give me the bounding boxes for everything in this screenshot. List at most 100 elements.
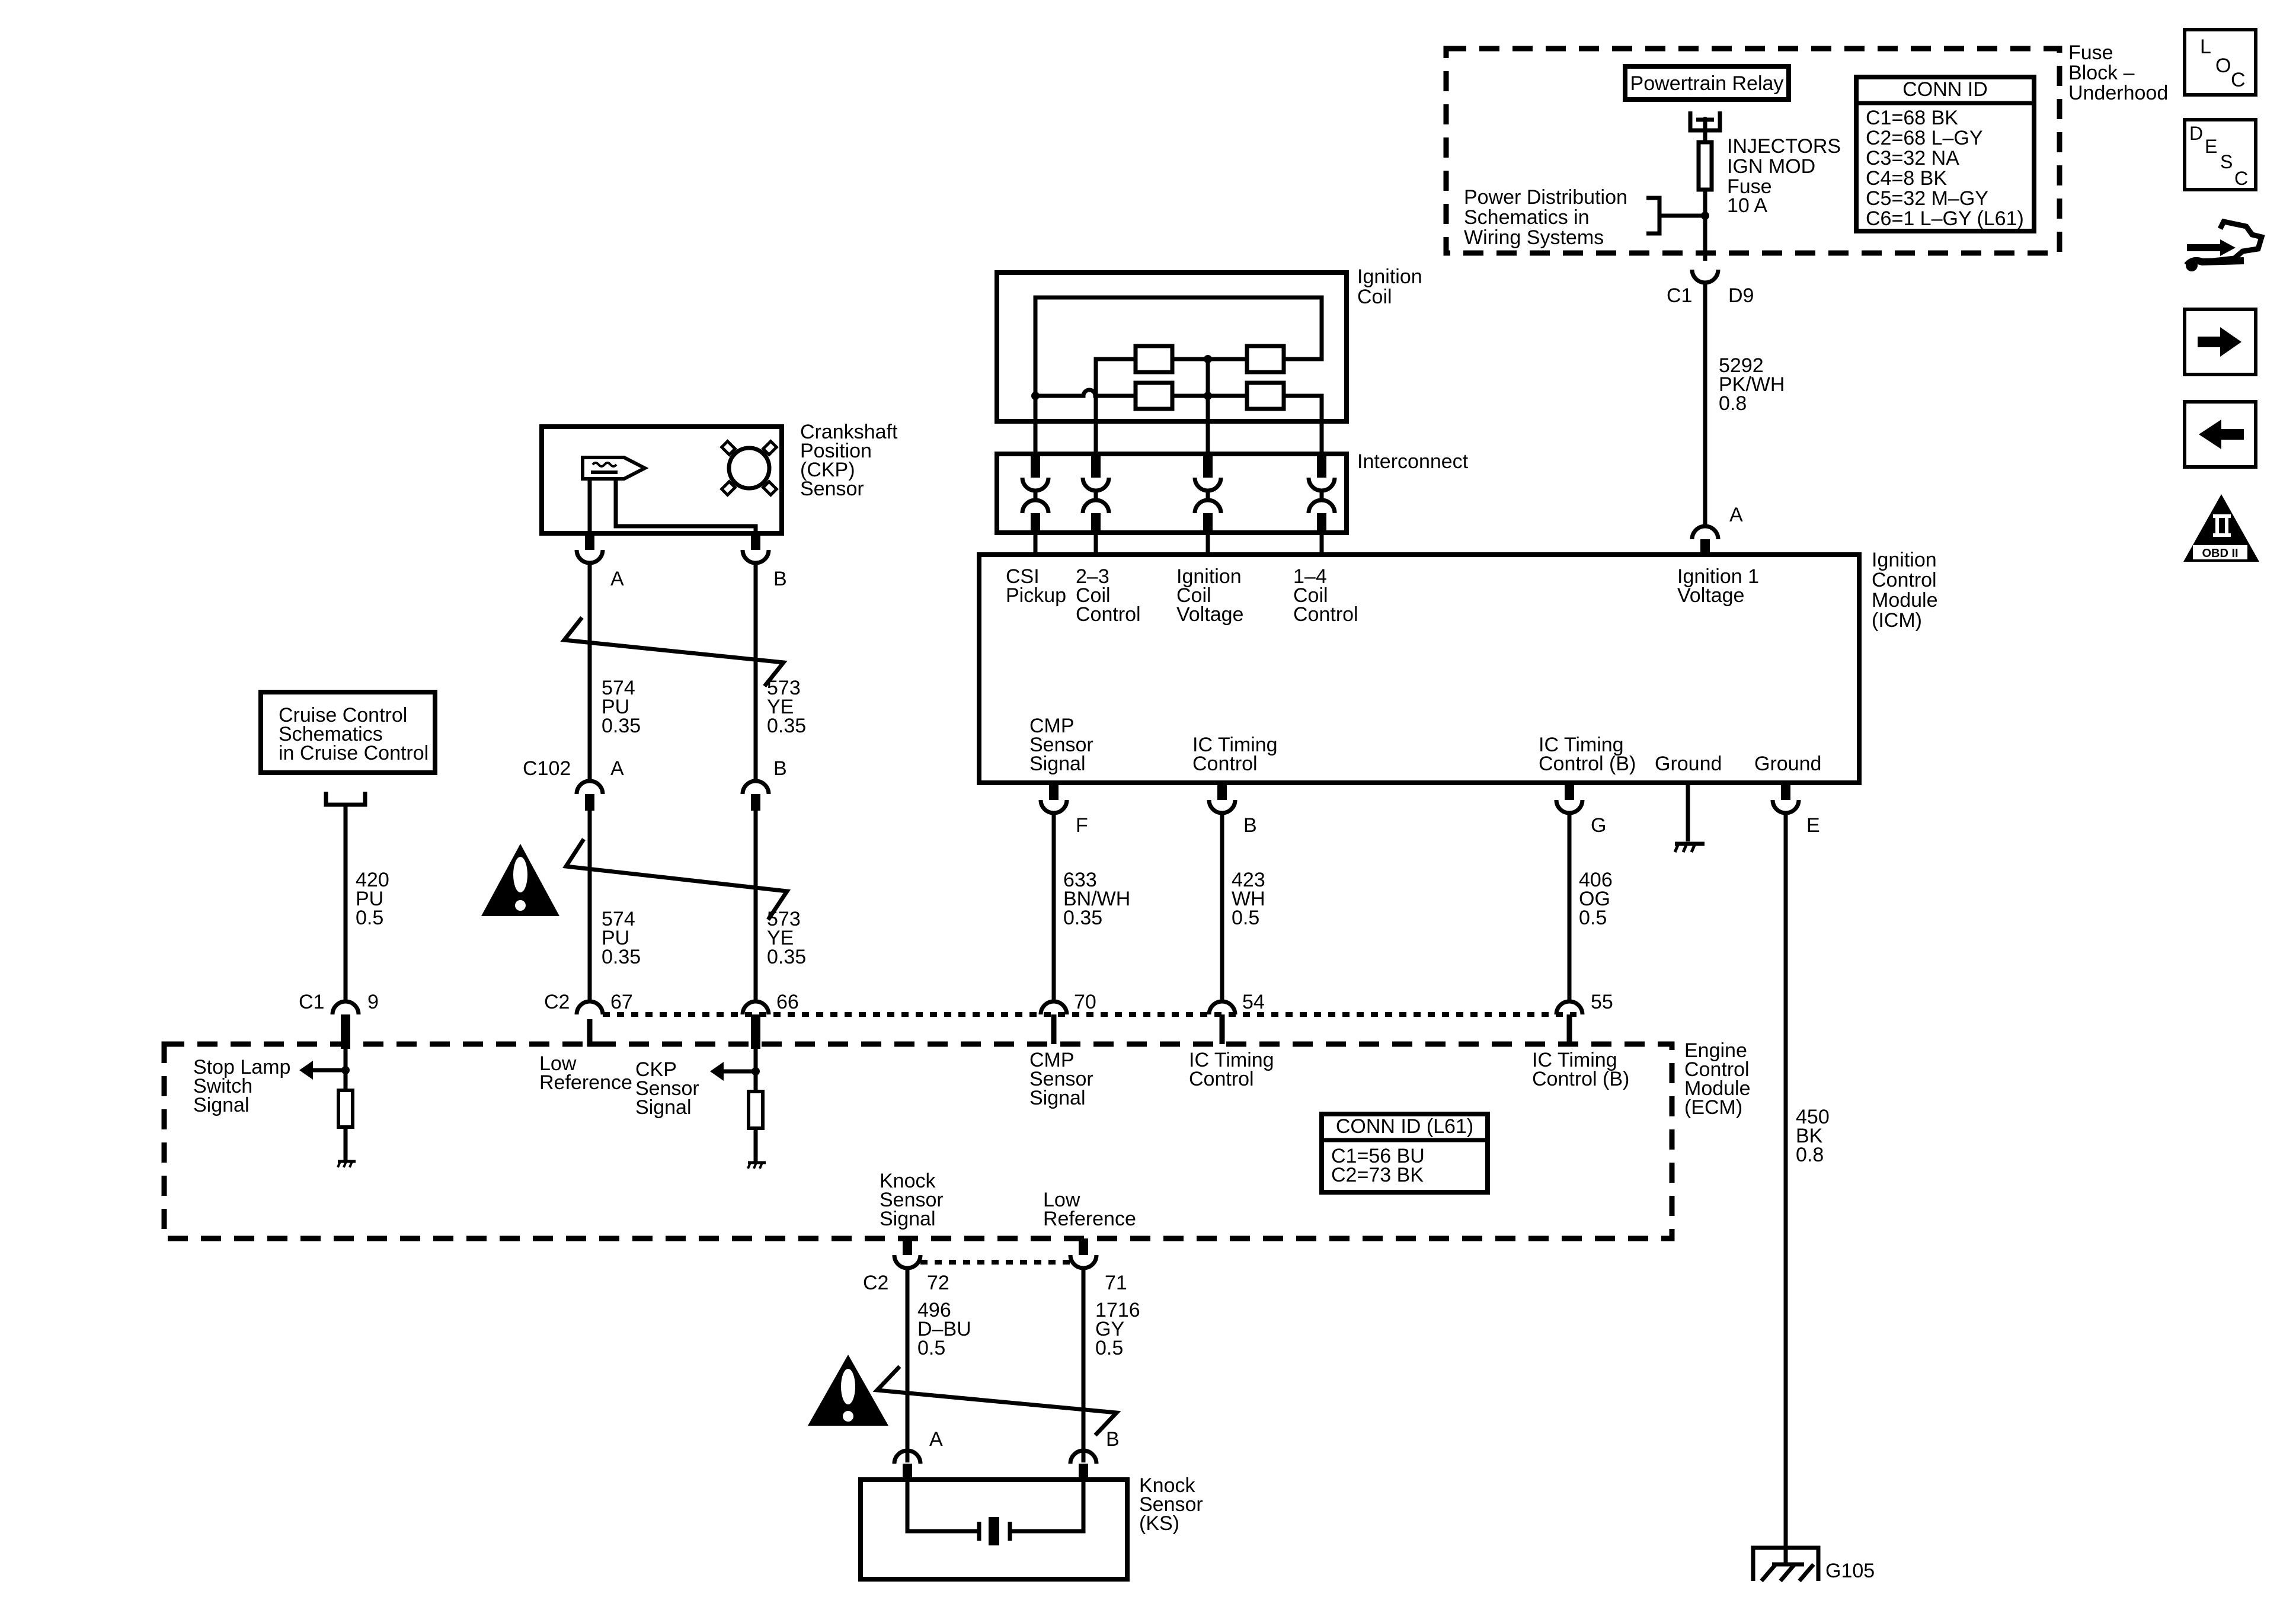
knock-sensor-label: Knock Sensor (KS) [1139,1474,1208,1535]
ckp-sensor: Crankshaft Position (CKP) Sensor [539,421,903,536]
ks-pin-a-label: A [929,1428,943,1451]
ecm-stop-lamp-signal-label: Stop Lamp Switch Signal [193,1056,296,1116]
svg-text:O: O [2215,55,2231,77]
wire-450-label: 450 BK 0.8 [1796,1106,1835,1166]
fuse-conn-id-title: CONN ID [1902,78,1988,101]
ecm-pin-66-label: 66 [776,991,799,1013]
coil-winding-icon [1245,344,1286,375]
c102-terminal-a [574,779,605,795]
icm-pin-ground-1: Ground [1655,753,1722,775]
connector-c102-label: C102 [523,757,571,780]
ckp-pin-a-label: A [610,568,624,590]
icm-terminal [1038,799,1069,815]
description-button[interactable]: D E S C [2183,118,2257,191]
ks-pin-b-label: B [1106,1428,1120,1451]
knock-c2-label: C2 [863,1272,888,1294]
ecm-knock-low-reference-label: Low Reference [1043,1189,1136,1230]
wire-icm-ecm-label: 406 OG 0.5 [1579,869,1613,929]
svg-text:L: L [2200,36,2211,58]
ckp-sensor-label: Crankshaft Position (CKP) Sensor [800,421,903,500]
wire-icm-ecm-label: 423 WH 0.5 [1232,869,1265,929]
icm-label: Ignition Control Module (ICM) [1872,549,1943,632]
icm-pin-g-label: G [1591,814,1606,837]
wire-574-lower-label: 574 PU 0.35 [602,908,641,968]
svg-text:E: E [2205,136,2217,157]
ground-g105-label: G105 [1825,1560,1875,1582]
ecm-pin-70-label: 70 [1074,991,1096,1013]
connector-c1-label: C1 [1667,284,1692,307]
ignition-coil-label: Ignition Coil [1357,265,1428,308]
coil-winding-icon [1133,380,1175,411]
icm-terminal-e [1770,799,1801,815]
icm-terminal [1207,799,1237,815]
ckp-sensor-box [539,424,784,536]
next-page-button[interactable] [2183,308,2257,376]
c102-pin-b-label: B [773,757,787,780]
c102-pin-a-label: A [610,757,624,780]
ckp-pin-b-label: B [773,568,787,590]
chassis-ground-icon [337,1160,356,1168]
twisted-pair-icon [872,1365,1121,1437]
icm-pin-ground-2: Ground [1754,753,1821,775]
icm-pin-f-label: F [1076,814,1088,837]
fuse-block-underhood: Fuse Block – Underhood Powertrain Relay … [1443,41,2168,307]
wire-5292-label: 5292 PK/WH 0.8 [1719,354,1790,415]
ecm-label: Engine Control Module (ECM) [1684,1039,1756,1119]
svg-text:C: C [2231,69,2246,91]
power-dist-bracket [1646,196,1705,236]
chassis-ground-icon [1673,841,1705,853]
ecm-c1-label: C1 [299,991,324,1013]
interconnect: Interconnect [994,450,1469,555]
obd-ii-label: OBD II [2202,547,2238,560]
ecm-knock-sensor-signal-label: Knock Sensor Signal [880,1170,949,1230]
ecm-ckp-sensor-signal-label: CKP Sensor Signal [635,1058,705,1119]
pin-d9-label: D9 [1728,284,1754,307]
chassis-ground-icon [747,1161,766,1169]
obd-ii-button[interactable]: OBD II [2183,494,2259,562]
ecm-pin-54-label: 54 [1242,991,1265,1013]
resistor-icon [747,1090,765,1130]
location-button[interactable]: L O C [2183,28,2257,97]
ecm-terminal-71 [1068,1254,1099,1270]
warning-icon [481,844,559,916]
wire-573-lower-label: 573 YE 0.35 [767,908,806,968]
fuse-label: INJECTORS IGN MOD Fuse 10 A [1727,135,1847,217]
ecm-cmp-sensor-signal-label: CMP Sensor Signal [1029,1049,1099,1109]
twisted-pair-icon [560,616,788,688]
icm-pin-e-label: E [1806,814,1820,837]
power-dist-label[interactable]: Power Distribution Schematics in Wiring … [1464,186,1633,249]
ecm-low-reference-label: Low Reference [539,1052,632,1094]
previous-page-button[interactable] [2183,400,2257,469]
piezo-element-icon [989,1517,999,1545]
svg-text:D: D [2189,123,2203,144]
component-tool-icon[interactable] [2184,218,2265,271]
c102-terminal-b [740,779,771,795]
ecm-conn-id-title: CONN ID (L61) [1336,1115,1473,1138]
ckp-terminal-b [740,549,771,565]
powertrain-relay-label: Powertrain Relay [1630,72,1784,95]
ecm-terminal-72 [892,1254,923,1270]
wire-420-label: 420 PU 0.5 [356,869,395,929]
signal-arrow-icon [710,1062,724,1081]
wire-496-label: 496 D–BU 0.5 [917,1299,977,1359]
svg-text:C: C [2234,168,2248,189]
interconnect-label: Interconnect [1357,450,1469,473]
wire-icm-ecm-label: 633 BN/WH 0.35 [1063,869,1130,929]
fuse-block-label: Fuse Block – Underhood [2068,41,2168,104]
icm-terminal-a [1690,524,1721,540]
coil-winding-icon [1133,344,1175,375]
ignition-coil: Ignition Coil [994,265,1428,454]
ecm-conn-id-rows: C1=56 BU C2=73 BK [1331,1145,1430,1186]
ecm-ic-timing-control-b-label: IC Timing Control (B) [1532,1049,1629,1090]
fuse-icon [1696,140,1714,192]
wiring-schematic: Fuse Block – Underhood Powertrain Relay … [161,28,2265,1583]
icm-pin-b-label: B [1243,814,1257,837]
icm-pin-ic-timing-control-b: IC Timing Control (B) [1539,734,1636,775]
ecm-c2-label: C2 [544,991,570,1013]
ecm-pin-55-label: 55 [1591,991,1613,1013]
engine-control-module: Engine Control Module (ECM) C1 9 C2 67 6… [161,991,1756,1241]
ecm-pin-9-label: 9 [367,991,379,1013]
knock-pin-71-label: 71 [1105,1272,1127,1294]
wire-573-upper-label: 573 YE 0.35 [767,677,806,737]
interconnect-box [994,452,1349,535]
